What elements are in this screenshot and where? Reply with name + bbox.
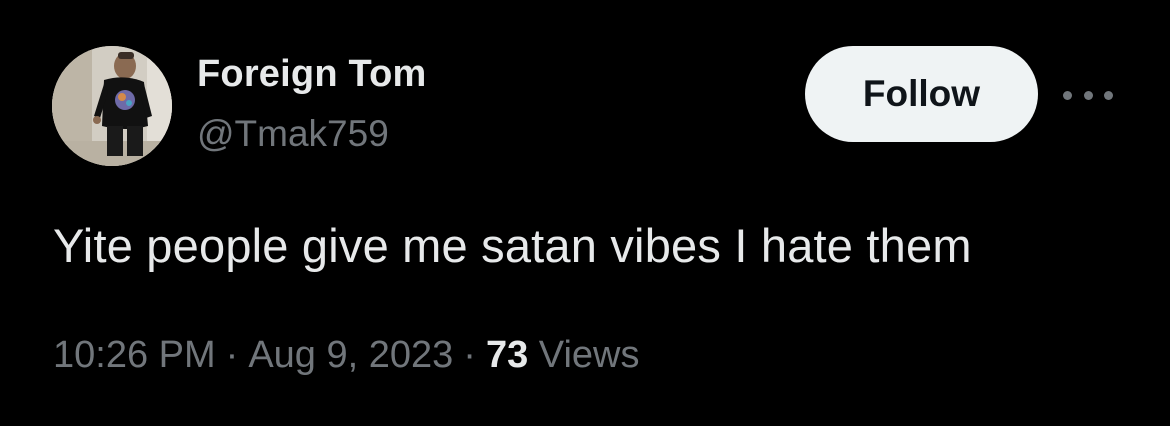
tweet-text: Yite people give me satan vibes I hate t… — [53, 219, 972, 272]
more-options-icon[interactable] — [1063, 80, 1113, 110]
separator: · — [225, 334, 239, 376]
view-count: 73 — [485, 334, 529, 376]
tweet-metadata: 10:26 PM · Aug 9, 2023 · 73 Views — [53, 334, 639, 377]
tweet-date[interactable]: Aug 9, 2023 — [248, 334, 453, 376]
separator: · — [463, 334, 476, 376]
more-dot — [1083, 90, 1093, 100]
author-name[interactable]: Foreign Tom — [197, 53, 426, 96]
tweet-card: Foreign Tom @Tmak759 Follow Yite people … — [0, 0, 1170, 426]
tweet-time[interactable]: 10:26 PM — [53, 334, 216, 376]
follow-button[interactable]: Follow — [805, 46, 1038, 142]
more-dot — [1063, 90, 1072, 100]
more-dot — [1104, 90, 1113, 100]
views-label: Views — [538, 334, 640, 376]
avatar-photo — [52, 46, 172, 166]
author-handle[interactable]: @Tmak759 — [197, 113, 389, 155]
avatar[interactable] — [52, 46, 172, 166]
